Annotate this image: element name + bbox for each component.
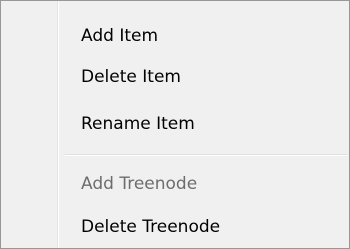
menu-item-label: Rename Item xyxy=(81,114,195,134)
menu-item-label: Add Item xyxy=(81,26,159,46)
menu-item-rename-item[interactable]: Rename Item xyxy=(3,103,347,145)
menu-item-delete-treenode[interactable]: Delete Treenode xyxy=(3,206,347,248)
menu-item-label: Add Treenode xyxy=(81,174,198,194)
menu-item-add-item[interactable]: Add Item xyxy=(3,15,347,57)
menu-item-delete-item[interactable]: Delete Item xyxy=(3,56,347,98)
menu-item-add-treenode: Add Treenode xyxy=(3,163,347,205)
menu-item-label: Delete Treenode xyxy=(81,217,221,237)
menu-item-label: Delete Item xyxy=(81,67,181,87)
context-menu: Add Item Delete Item Rename Item Add Tre… xyxy=(0,0,350,249)
menu-separator xyxy=(65,154,347,156)
